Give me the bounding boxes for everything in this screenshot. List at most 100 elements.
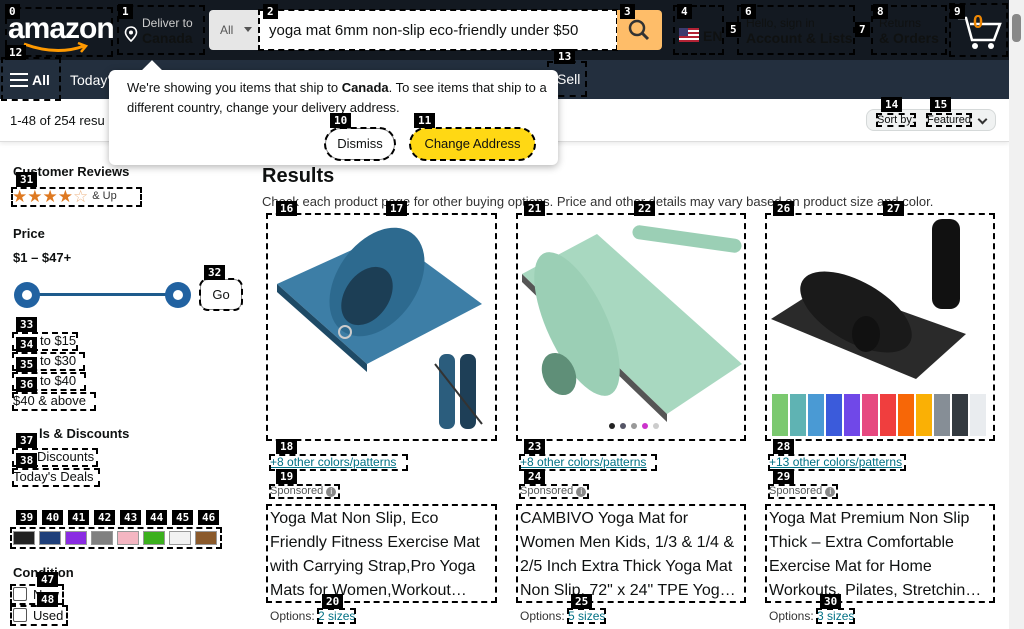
product-2-sponsored[interactable]: Sponsored i [519,484,589,499]
rating-up-label: & Up [92,190,117,202]
product-3-title-link[interactable]: Yoga Mat Premium Non Slip Thick – Extra … [765,504,995,603]
color-swatch[interactable] [143,531,165,545]
popover-message: We're showing you items that ship to Can… [127,78,547,118]
product-1-sponsored[interactable]: Sponsored i [269,484,340,499]
mat-color-variant [862,394,878,436]
info-icon: i [326,487,337,497]
product-3-sponsored[interactable]: Sponsored i [768,484,838,499]
element-index-tag: 1 [118,4,133,19]
product-title: CAMBIVO Yoga Mat for Women Men Kids, 1/3… [520,510,736,599]
product-1-title-link[interactable]: Yoga Mat Non Slip, Eco Friendly Fitness … [266,504,497,603]
element-index-tag: 41 [68,510,90,525]
condition-new-checkbox[interactable] [13,587,27,601]
element-index-tag: 19 [276,469,298,484]
element-index-tag: 17 [386,201,408,216]
scrollbar-thumb[interactable] [1012,14,1021,42]
element-index-tag: 43 [120,510,142,525]
price-link-label: $40 & above [13,393,87,408]
product-2-sizes-link[interactable]: 5 sizes [567,608,607,624]
element-index-tag: 18 [276,439,298,454]
sort-by-label: Sort by: [876,113,916,127]
element-index-tag: 32 [204,265,226,280]
color-swatch[interactable] [195,531,217,545]
element-index-tag: 3 [620,4,635,19]
product-2-options: Options: 5 sizes [520,608,607,624]
dismiss-button[interactable]: Dismiss [324,127,396,161]
product-2-title-link[interactable]: CAMBIVO Yoga Mat for Women Men Kids, 1/3… [516,504,746,603]
element-index-tag: 16 [276,201,298,216]
element-index-tag: 30 [820,594,842,609]
color-swatch[interactable] [13,531,35,545]
price-range-display: $1 – $47+ [13,250,72,265]
search-input[interactable] [258,9,618,51]
product-image-3[interactable] [765,213,995,441]
sort-by-value: Featured [925,113,973,127]
discounts-label: Discounts [37,449,95,464]
element-index-tag: 23 [524,439,546,454]
product-image-1[interactable] [266,213,497,441]
element-index-tag: 40 [42,510,64,525]
element-index-tag: 28 [773,439,795,454]
cart-count: 0 [973,12,984,32]
element-index-tag: 20 [322,594,344,609]
price-heading: Price [13,226,45,241]
color-swatch[interactable] [169,531,191,545]
color-swatch[interactable] [91,531,113,545]
info-icon: i [825,487,836,497]
page-scrollbar[interactable] [1009,0,1024,629]
element-index-tag: 47 [37,572,59,587]
account-greeting: Hello, sign in [746,16,815,30]
product-image-2[interactable] [516,213,746,441]
product-title: Yoga Mat Premium Non Slip Thick – Extra … [769,510,982,599]
sort-by-dropdown[interactable]: Sort by: Featured [866,109,996,131]
element-index-tag: 46 [198,510,220,525]
color-swatch[interactable] [39,531,61,545]
product-2-colors-link[interactable]: +8 other colors/patterns [519,454,657,471]
mat-color-variant [916,394,932,436]
element-index-tag: 31 [16,172,38,187]
colors-link-label: +13 other colors/patterns [769,455,903,469]
color-swatch[interactable] [65,531,87,545]
todays-deals-label: Today's Deals [13,469,94,484]
product-3-sizes-link[interactable]: 3 sizes [816,608,856,624]
results-count: 1-48 of 254 resu [10,113,105,128]
star-filled-icon: ★ [57,187,73,206]
element-index-tag: 11 [414,113,436,128]
product-1-options: Options: 2 sizes [270,608,357,624]
element-index-tag: 39 [16,510,38,525]
price-slider-min-handle[interactable] [14,282,40,308]
search-category-select[interactable]: All [209,10,259,50]
sponsored-label: Sponsored [520,485,574,497]
element-index-tag: 38 [16,453,38,468]
mat-color-variant [970,394,986,436]
price-go-button[interactable]: Go [199,278,243,311]
mat-color-variant [898,394,914,436]
condition-used-option[interactable]: Used [10,605,68,626]
caret-down-icon [244,27,252,32]
rating-filter-4-up[interactable]: ★★★★☆ & Up [11,187,142,207]
location-pin-icon [124,26,138,42]
element-index-tag: 24 [524,469,546,484]
price-link-40-above[interactable]: $40 & above [12,392,96,411]
condition-used-checkbox[interactable] [13,608,27,622]
element-index-tag: 6 [741,4,756,19]
product-1-colors-link[interactable]: +8 other colors/patterns [269,454,408,471]
change-address-button[interactable]: Change Address [409,127,536,161]
price-slider-max-handle[interactable] [165,282,191,308]
price-link-label: to $30 [40,353,77,368]
price-slider-track [27,293,178,296]
element-index-tag: 22 [634,201,656,216]
element-index-tag: 35 [16,357,38,372]
element-index-tag: 7 [855,22,870,37]
element-index-tag: 25 [571,594,593,609]
all-menu-button[interactable]: All [1,57,61,101]
todays-deals-filter-link[interactable]: Today's Deals [12,468,100,487]
options-label: Options: [270,609,315,623]
product-3-colors-link[interactable]: +13 other colors/patterns [768,454,906,471]
product-1-sizes-link[interactable]: 2 sizes [317,608,357,624]
color-swatch[interactable] [117,531,139,545]
mat-color-variant [772,394,788,436]
element-index-tag: 15 [930,97,952,112]
mat-color-variant [790,394,806,436]
yoga-mat-blue-image [277,227,483,429]
